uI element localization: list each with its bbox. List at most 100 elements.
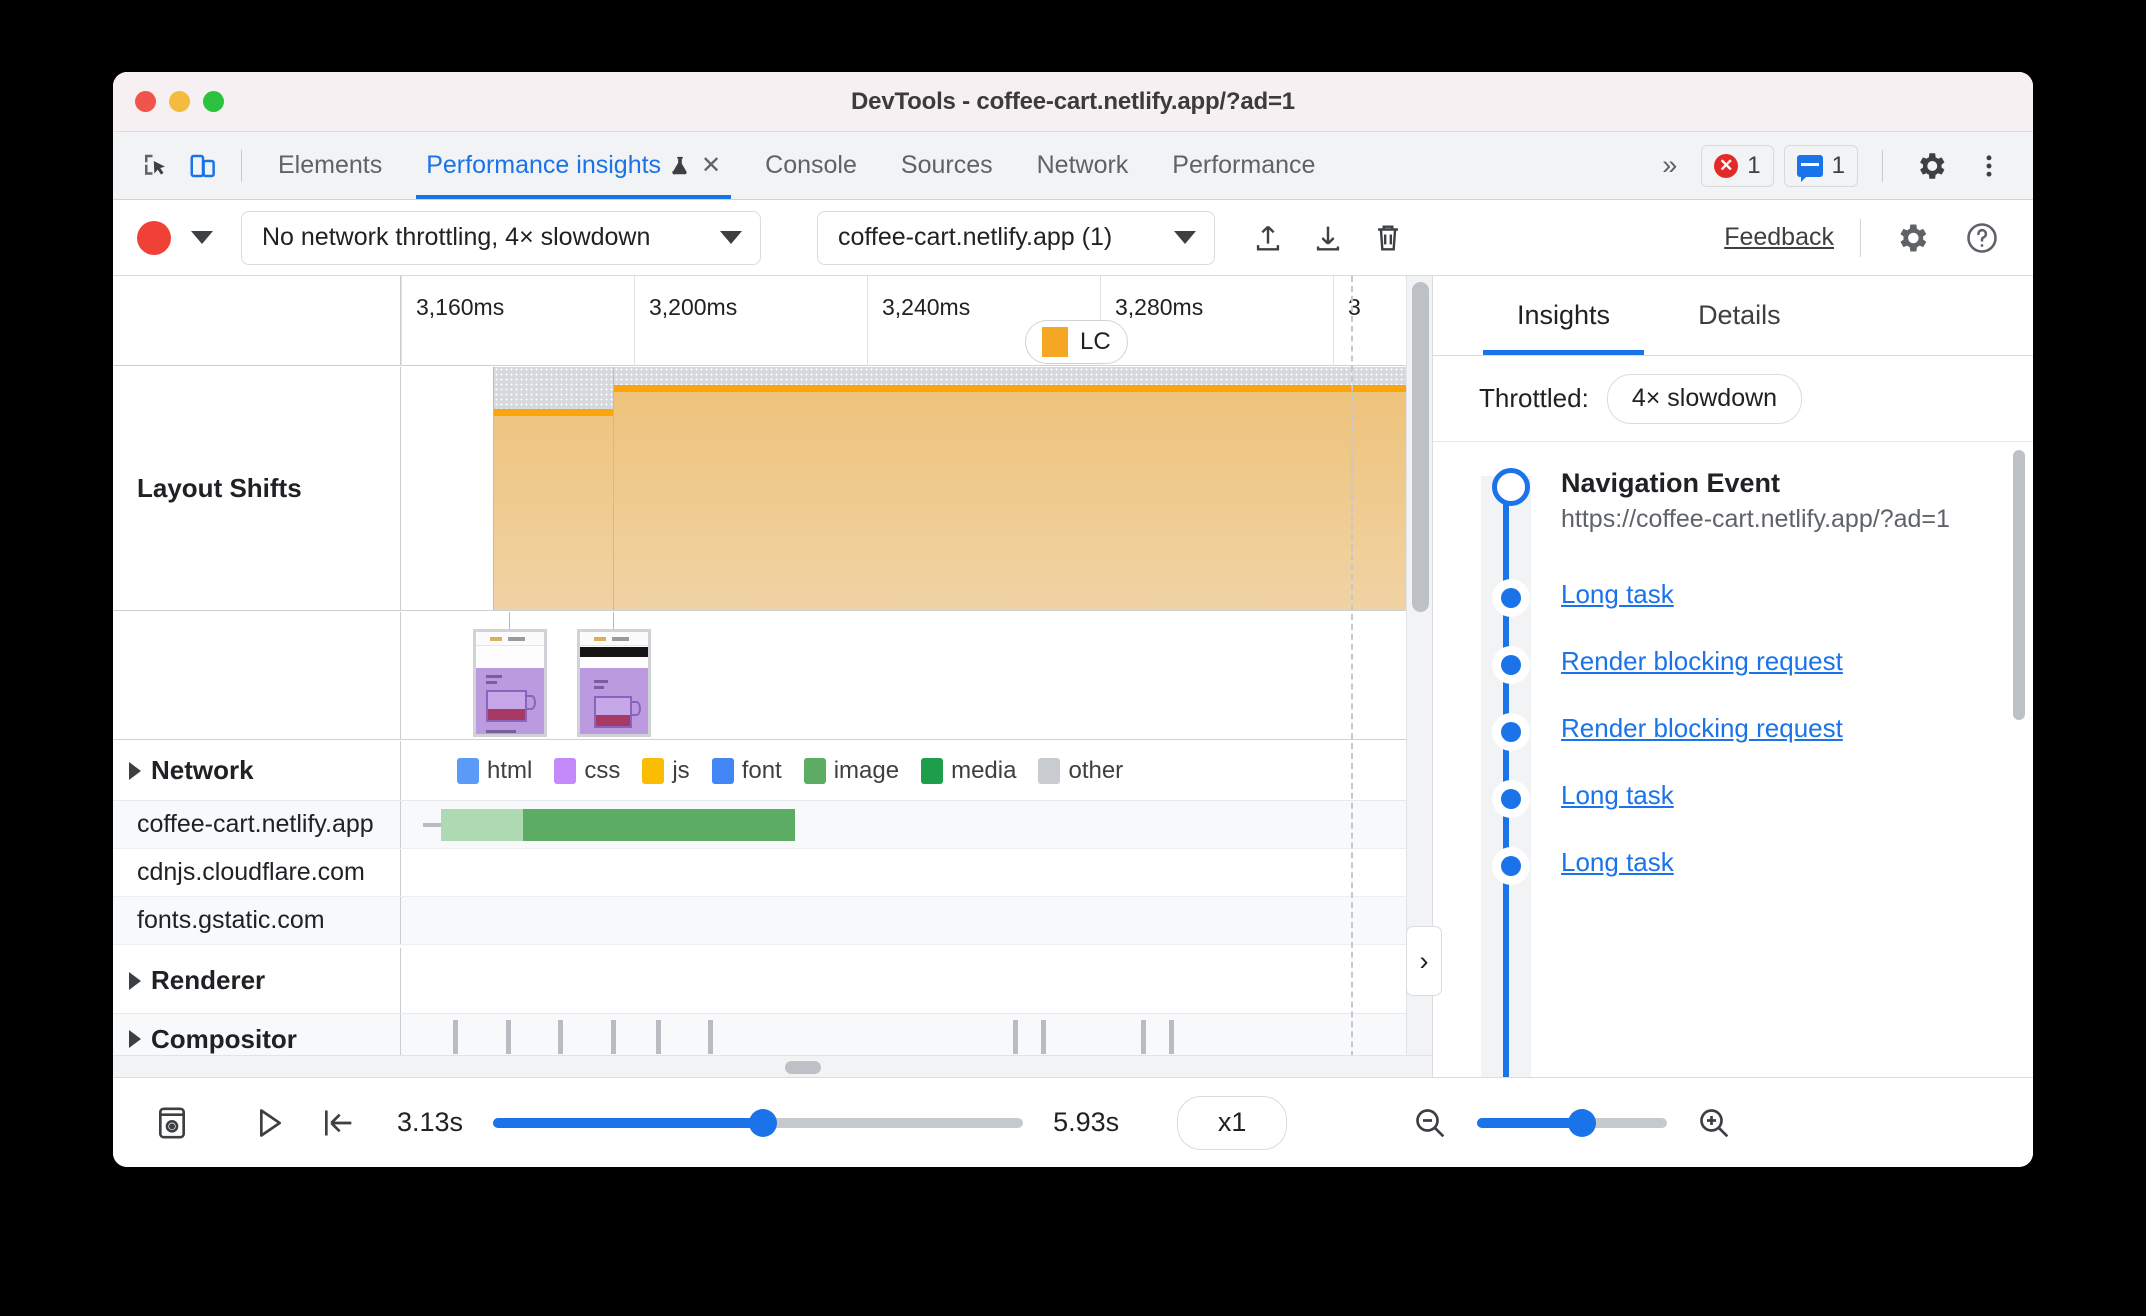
slider-knob[interactable] [749,1108,778,1137]
scrollbar-thumb[interactable] [2013,450,2025,720]
network-row[interactable]: coffee-cart.netlify.app [113,801,1432,849]
section-header-network[interactable]: Network [113,741,401,800]
tab-details[interactable]: Details [1654,276,1825,355]
close-window-button[interactable] [135,91,156,112]
tab-sources[interactable]: Sources [879,132,1015,199]
network-row-domain: cdnjs.cloudflare.com [113,849,401,896]
play-icon[interactable] [243,1098,293,1148]
target-page-value: coffee-cart.netlify.app (1) [838,223,1113,251]
record-options-chevron-down-icon[interactable] [191,231,213,244]
network-row[interactable]: fonts.gstatic.com [113,897,1432,945]
playback-toolbar: 3.13s 5.93s x1 [113,1077,2033,1167]
network-row-track [401,801,1432,848]
ruler-tick: 3,200ms [634,276,867,366]
close-tab-icon[interactable]: ✕ [701,151,721,180]
help-icon[interactable] [1957,213,2007,263]
timeline-pane[interactable]: 3,160ms 3,200ms 3,240ms 3,280ms 3 LC Lay… [113,276,1433,1077]
lcp-label: LC [1080,328,1111,355]
zoom-in-icon[interactable] [1689,1098,1739,1148]
tab-performance[interactable]: Performance [1150,132,1337,199]
playback-rate-button[interactable]: x1 [1177,1095,1288,1150]
row-label-layout-shifts: Layout Shifts [113,367,401,610]
trash-icon[interactable] [1363,213,1413,263]
insight-link-long-task[interactable]: Long task [1561,579,1674,609]
upload-icon[interactable] [1243,213,1293,263]
tabbar-right-controls: » ✕ 1 1 [1648,142,2013,190]
timeline-node-dot-icon [1492,579,1530,617]
timeline-section-network[interactable]: Network html css js font image media oth… [113,741,1432,801]
filmstrip-thumbnail[interactable] [473,629,547,737]
message-icon [1796,154,1823,182]
insight-link-long-task[interactable]: Long task [1561,847,1674,877]
insight-item[interactable]: Long task [1479,780,2033,818]
expand-triangle-icon [129,971,141,990]
insight-link-long-task[interactable]: Long task [1561,780,1674,810]
feedback-link[interactable]: Feedback [1724,223,1834,252]
inspect-element-icon[interactable] [131,142,179,190]
lcp-marker[interactable]: LC [1025,320,1128,364]
tab-label: Network [1036,151,1129,179]
kebab-menu-icon[interactable] [1965,142,2013,190]
insight-item[interactable]: Long task [1479,579,2033,617]
timeline-section-renderer[interactable]: Renderer [113,948,1432,1014]
sidebar-vertical-scrollbar[interactable] [2013,442,2025,1077]
settings-gear-icon[interactable] [1907,142,1955,190]
insight-item[interactable]: Render blocking request [1479,646,2033,684]
layout-shift-block[interactable] [613,367,1432,610]
tab-network[interactable]: Network [1015,132,1151,199]
window-titlebar: DevTools - coffee-cart.netlify.app/?ad=1 [113,72,2033,132]
tab-elements[interactable]: Elements [256,132,404,199]
network-row-track [401,849,1432,896]
zoom-slider[interactable] [1477,1108,1668,1137]
timeline-row-layout-shifts[interactable]: Layout Shifts [113,367,1432,611]
scrollbar-thumb[interactable] [1412,282,1429,612]
tab-insights[interactable]: Insights [1473,276,1654,355]
insights-rail [1503,472,1509,1077]
section-header-renderer[interactable]: Renderer [113,948,401,1013]
tab-label: Elements [278,151,383,179]
timeline-ruler[interactable]: 3,160ms 3,200ms 3,240ms 3,280ms 3 LC [113,276,1432,366]
minimize-window-button[interactable] [169,91,190,112]
legend-item-html: html [457,757,532,785]
record-button[interactable] [137,220,171,255]
insight-link-render-blocking-request[interactable]: Render blocking request [1561,713,1843,743]
layout-shifts-track[interactable] [401,367,1432,610]
filmstrip-label-column [113,612,401,739]
insight-link-render-blocking-request[interactable]: Render blocking request [1561,646,1843,676]
playback-slider[interactable] [493,1108,1024,1137]
throttling-select[interactable]: No network throttling, 4× slowdown [241,210,761,265]
layout-shift-block[interactable] [493,367,613,610]
insight-item[interactable]: Long task [1479,847,2033,885]
message-count-badge[interactable]: 1 [1783,144,1858,187]
window-title: DevTools - coffee-cart.netlify.app/?ad=1 [851,87,1295,115]
tab-performance-insights[interactable]: Performance insights ✕ [404,132,743,199]
target-page-select[interactable]: coffee-cart.netlify.app (1) [817,210,1215,265]
error-count-badge[interactable]: ✕ 1 [1701,144,1774,187]
section-label: Compositor [151,1023,297,1054]
settings-gear-icon[interactable] [1887,213,1937,263]
message-count-label: 1 [1831,151,1845,179]
legend-label: js [672,756,690,784]
filmstrip-thumbnail[interactable] [577,629,651,737]
insight-navigation-event[interactable]: Navigation Event https://coffee-cart.net… [1479,468,2033,535]
zoom-out-icon[interactable] [1405,1098,1455,1148]
device-toolbar-icon[interactable] [179,142,227,190]
jump-to-start-icon[interactable] [313,1098,363,1148]
more-tabs-icon[interactable]: » [1648,150,1691,181]
maximize-window-button[interactable] [203,91,224,112]
network-row[interactable]: cdnjs.cloudflare.com [113,849,1432,897]
insight-item[interactable]: Render blocking request [1479,713,2033,751]
scrollbar-thumb[interactable] [785,1061,821,1074]
sidebar-collapse-handle[interactable]: › [1406,926,1442,996]
filmstrip-icon[interactable] [147,1098,197,1148]
legend-item-font: font [711,757,782,785]
devtools-window: DevTools - coffee-cart.netlify.app/?ad=1… [113,72,2033,1167]
timeline-horizontal-scrollbar[interactable] [113,1055,1432,1077]
download-icon[interactable] [1303,213,1353,263]
traffic-lights [113,91,224,112]
throttled-value-pill[interactable]: 4× slowdown [1606,373,1803,424]
tab-console[interactable]: Console [743,132,879,199]
tab-label: Performance insights [426,151,662,179]
insights-timeline-list[interactable]: Navigation Event https://coffee-cart.net… [1433,442,2033,1077]
slider-knob[interactable] [1567,1108,1596,1137]
